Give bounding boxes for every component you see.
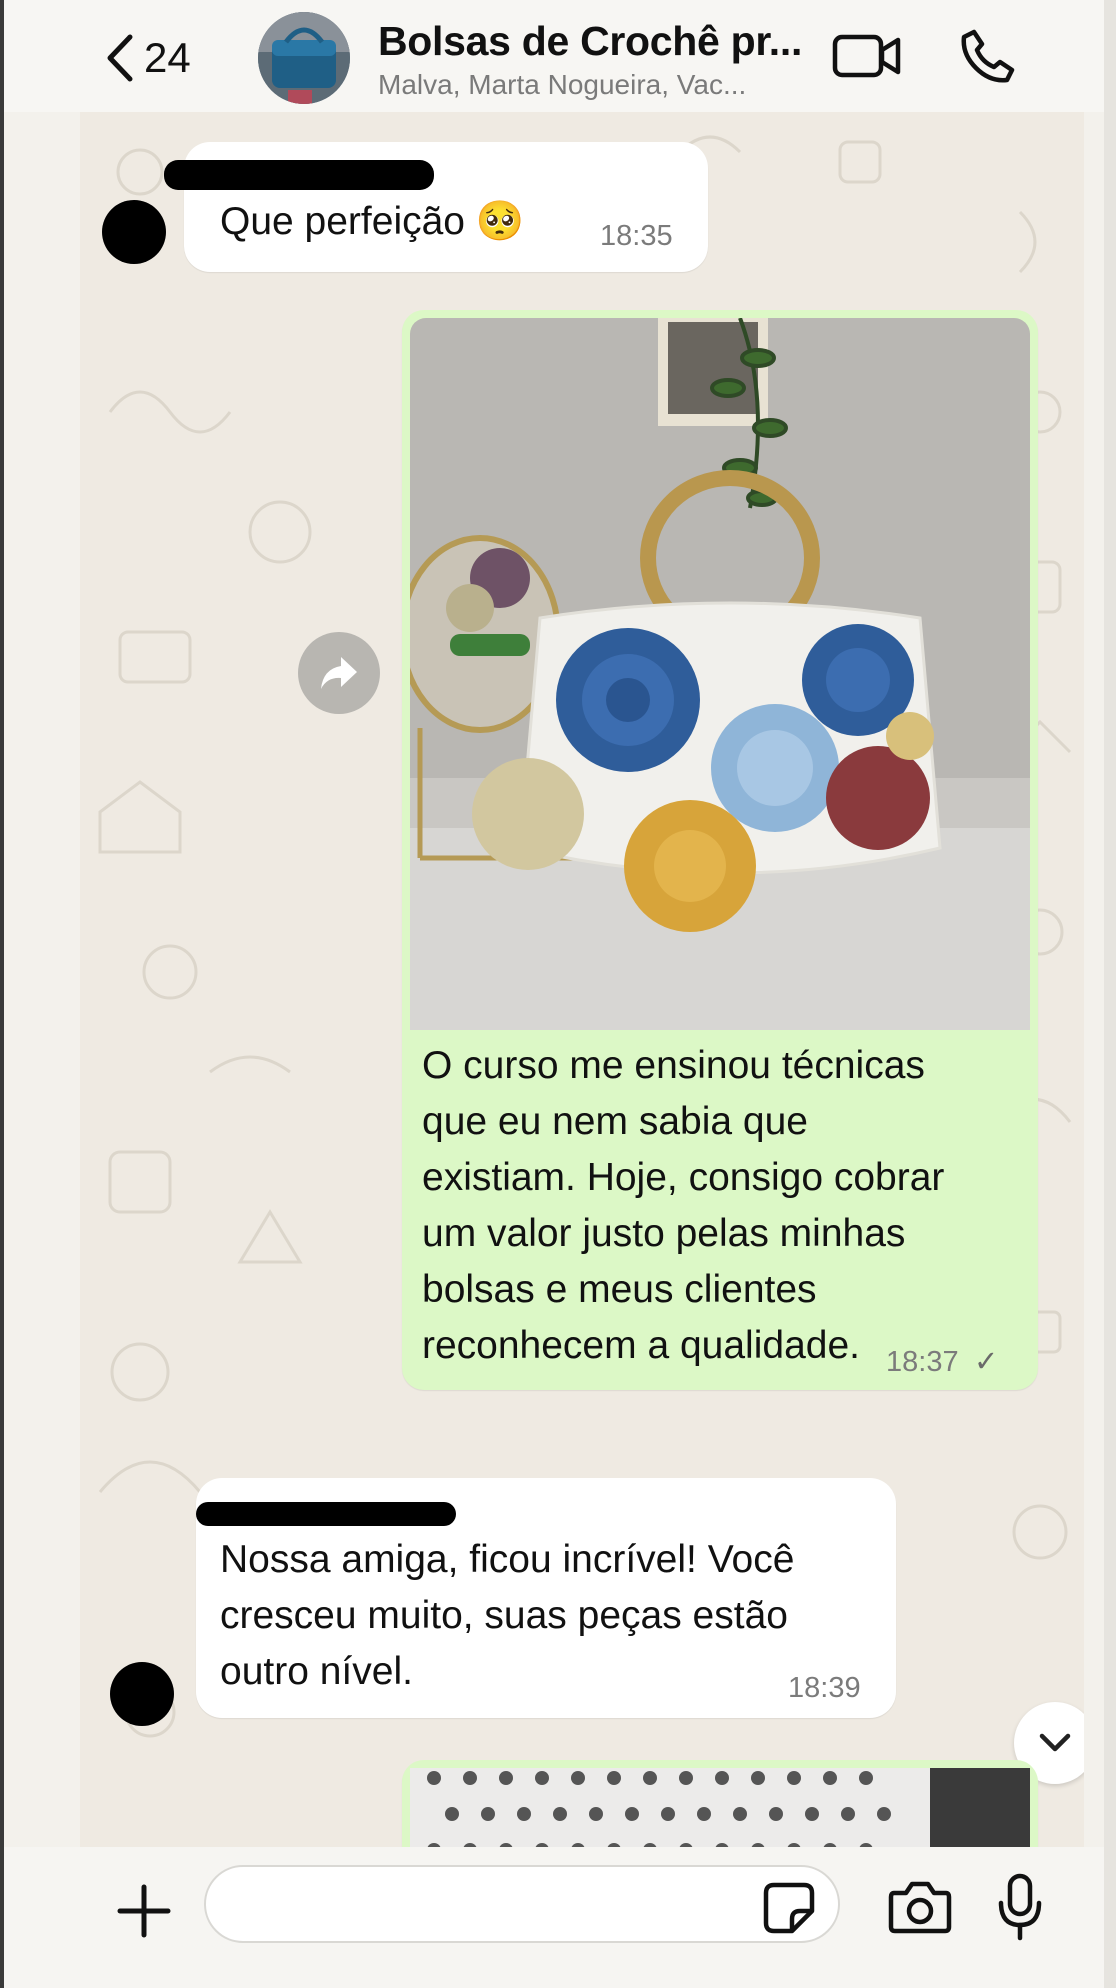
chat-title-block[interactable]: Bolsas de Crochê pr... Malva, Marta Nogu… [378, 18, 818, 101]
sticker-icon [763, 1882, 815, 1934]
voice-message-button[interactable] [996, 1873, 1044, 1941]
incoming-message[interactable]: Nossa amiga, ficou incrível! Você cresce… [196, 1478, 896, 1718]
incoming-message[interactable]: Que perfeição 🥺 18:35 [164, 142, 708, 272]
unread-count: 24 [144, 34, 191, 81]
chevron-left-icon [107, 34, 133, 82]
caption-line-2: que eu nem sabia que [422, 1100, 808, 1143]
message-time: 18:39 [788, 1672, 861, 1704]
forward-icon [321, 657, 357, 689]
forward-button[interactable] [298, 632, 380, 714]
message-line-2: cresceu muito, suas peças estão [220, 1594, 788, 1637]
caption-line-6: reconhecem a qualidade. [422, 1324, 860, 1367]
redacted-avatar [110, 1662, 174, 1726]
phone-icon [961, 29, 1015, 83]
message-input[interactable] [204, 1865, 840, 1943]
pegboard-photo[interactable] [410, 1768, 1030, 1847]
message-time: 18:37 [886, 1346, 959, 1378]
message-time: 18:35 [600, 220, 673, 252]
redacted-sender-name [164, 160, 434, 190]
chat-header: 24 Bolsas de Crochê pr... Malva, Marta N… [4, 0, 1104, 112]
crochet-bag-photo[interactable] [410, 318, 1030, 1030]
plus-icon [117, 1884, 171, 1938]
sticker-button[interactable] [762, 1881, 816, 1935]
composer-bar [4, 1847, 1104, 1988]
bag-photo-icon [258, 12, 350, 104]
chat-participants: Malva, Marta Nogueira, Vac... [378, 69, 747, 100]
message-text: Que perfeição 🥺 [220, 200, 525, 243]
message-list[interactable]: Que perfeição 🥺 18:35 O curso me ensinou… [80, 112, 1084, 1847]
caption-line-1: O curso me ensinou técnicas [422, 1044, 925, 1087]
voice-call-button[interactable] [960, 28, 1016, 84]
outgoing-message[interactable]: O curso me ensinou técnicas que eu nem s… [402, 310, 1038, 1390]
caption-line-5: bolsas e meus clientes [422, 1268, 817, 1311]
chevron-down-icon [1039, 1733, 1071, 1752]
caption-line-4: um valor justo pelas minhas [422, 1212, 906, 1255]
camera-button[interactable] [888, 1879, 952, 1935]
sent-check-icon: ✓ [974, 1346, 999, 1378]
video-call-button[interactable] [832, 32, 902, 80]
camera-icon [888, 1881, 952, 1934]
outgoing-message-partial[interactable] [402, 1760, 1038, 1847]
group-avatar[interactable] [258, 12, 350, 104]
caption-line-3: existiam. Hoje, consigo cobrar [422, 1156, 945, 1199]
message-line-3: outro nível. [220, 1650, 413, 1693]
attach-button[interactable] [114, 1881, 174, 1941]
chat-title: Bolsas de Crochê pr... [378, 18, 803, 64]
redacted-avatar [102, 200, 166, 264]
video-camera-icon [832, 34, 901, 78]
microphone-icon [998, 1873, 1042, 1941]
window-edge [0, 0, 4, 1988]
window-edge [1104, 0, 1116, 1988]
redacted-sender-name [196, 1502, 456, 1526]
message-line-1: Nossa amiga, ficou incrível! Você [220, 1538, 795, 1581]
back-button[interactable]: 24 [102, 30, 222, 86]
app-frame: 24 Bolsas de Crochê pr... Malva, Marta N… [0, 0, 1116, 1988]
